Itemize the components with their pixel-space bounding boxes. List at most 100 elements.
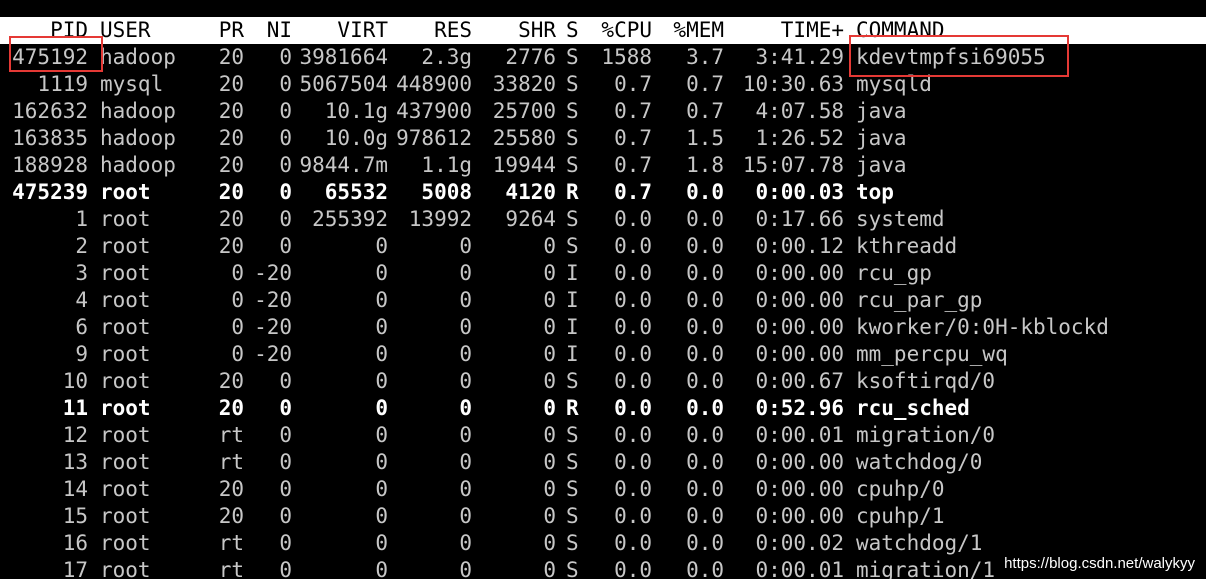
table-row[interactable]: 13 root rt 0 0 0 0 S 0.0 0.0 0:00.00 watchdog/0	[0, 449, 1206, 476]
process-cpu: 0.0	[614, 234, 652, 258]
process-shr: 0	[543, 504, 556, 528]
process-cpu: 0.0	[614, 477, 652, 501]
header-cpu: %CPU	[601, 18, 652, 42]
process-priority: 20	[218, 207, 244, 231]
process-mem: 3.7	[686, 45, 724, 69]
process-nice: 0	[279, 234, 292, 258]
table-row[interactable]: 12 root rt 0 0 0 0 S 0.0 0.0 0:00.01 migration/0	[0, 422, 1206, 449]
process-mem: 0.0	[686, 477, 724, 501]
process-state: S	[566, 126, 579, 150]
process-command: ksoftirqd/0	[856, 369, 996, 393]
process-state: S	[566, 558, 579, 579]
process-priority: 0	[231, 288, 244, 312]
process-command: watchdog/0	[856, 450, 983, 474]
table-row[interactable]: 10 root 20 0 0 0 0 S 0.0 0.0 0:00.67 ksoftirqd/0	[0, 368, 1206, 395]
process-priority: 20	[218, 369, 244, 393]
process-command: java	[856, 99, 907, 123]
table-row[interactable]: 163835 hadoop 20 0 10.0g 978612 25580 S 0.7 1.5 1:…	[0, 125, 1206, 152]
process-res: 448900	[396, 72, 472, 96]
process-nice: 0	[279, 45, 292, 69]
table-row[interactable]: 11 root 20 0 0 0 0 R 0.0 0.0 0:52.96 rcu_sched	[0, 395, 1206, 422]
table-row[interactable]: 15 root 20 0 0 0 0 S 0.0 0.0 0:00.00 cpuhp/1	[0, 503, 1206, 530]
table-row[interactable]: 188928 hadoop 20 0 9844.7m 1.1g 19944 S 0.7 1.8 15…	[0, 152, 1206, 179]
process-pid: 12	[62, 423, 88, 447]
process-command: mysqld	[856, 72, 932, 96]
process-res: 0	[459, 450, 472, 474]
process-nice: 0	[279, 99, 292, 123]
header-res: RES	[434, 18, 472, 42]
process-table-header: PID USER PR NI VIRT RES SHR S %CPU %MEM …	[0, 17, 1206, 44]
process-cpu: 0.0	[614, 531, 652, 555]
table-row[interactable]: 162632 hadoop 20 0 10.1g 437900 25700 S 0.7 0.7 4:…	[0, 98, 1206, 125]
process-virt: 255392	[312, 207, 388, 231]
process-pid: 162632	[12, 99, 88, 123]
process-pid: 3	[75, 261, 88, 285]
process-command: java	[856, 153, 907, 177]
process-command: cpuhp/0	[856, 477, 945, 501]
table-row[interactable]: 14 root 20 0 0 0 0 S 0.0 0.0 0:00.00 cpuhp/0	[0, 476, 1206, 503]
process-user: hadoop	[100, 126, 176, 150]
process-priority: 20	[218, 45, 244, 69]
process-state: I	[566, 288, 579, 312]
process-state: R	[566, 396, 579, 420]
process-priority: 20	[218, 477, 244, 501]
process-state: I	[566, 342, 579, 366]
process-state: S	[566, 207, 579, 231]
process-cpu: 0.0	[614, 342, 652, 366]
process-cpu: 0.0	[614, 207, 652, 231]
process-time: 0:00.00	[755, 504, 844, 528]
table-row[interactable]: 3 root 0 -20 0 0 0 I 0.0 0.0 0:00.00 rcu_gp	[0, 260, 1206, 287]
process-nice: 0	[279, 207, 292, 231]
process-user: root	[100, 396, 151, 420]
process-pid: 10	[62, 369, 88, 393]
process-command: mm_percpu_wq	[856, 342, 1008, 366]
process-cpu: 0.7	[614, 72, 652, 96]
process-shr: 0	[543, 423, 556, 447]
process-pid: 16	[62, 531, 88, 555]
table-row[interactable]: 475239 root 20 0 65532 5008 4120 R 0.7 0.0 0:00.03…	[0, 179, 1206, 206]
process-state: S	[566, 531, 579, 555]
process-user: root	[100, 288, 151, 312]
process-user: root	[100, 477, 151, 501]
process-pid: 475192	[12, 45, 88, 69]
process-res: 0	[459, 504, 472, 528]
header-virt: VIRT	[337, 18, 388, 42]
process-shr: 0	[543, 369, 556, 393]
process-shr: 25580	[492, 126, 556, 150]
process-mem: 0.0	[686, 315, 724, 339]
process-time: 10:30.63	[742, 72, 844, 96]
process-cpu: 0.0	[614, 558, 652, 579]
process-nice: -20	[254, 288, 292, 312]
process-time: 1:26.52	[755, 126, 844, 150]
table-row[interactable]: 475192 hadoop 20 0 3981664 2.3g 2776 S 1588 3.7 3:…	[0, 44, 1206, 71]
process-command: cpuhp/1	[856, 504, 945, 528]
process-res: 0	[459, 234, 472, 258]
table-row[interactable]: 16 root rt 0 0 0 0 S 0.0 0.0 0:00.02 watchdog/1	[0, 530, 1206, 557]
header-shr: SHR	[518, 18, 556, 42]
process-time: 0:00.00	[755, 450, 844, 474]
table-row[interactable]: 6 root 0 -20 0 0 0 I 0.0 0.0 0:00.00 kworker/0:0H-k…	[0, 314, 1206, 341]
process-user: root	[100, 423, 151, 447]
table-row[interactable]: 1119 mysql 20 0 5067504 448900 33820 S 0.7 0.7 10:…	[0, 71, 1206, 98]
process-command: systemd	[856, 207, 945, 231]
process-pid: 15	[62, 504, 88, 528]
process-mem: 1.5	[686, 126, 724, 150]
process-shr: 4120	[505, 180, 556, 204]
process-nice: 0	[279, 558, 292, 579]
process-mem: 0.7	[686, 99, 724, 123]
process-command: kthreadd	[856, 234, 958, 258]
process-pid: 4	[75, 288, 88, 312]
terminal-top-strip	[0, 0, 1206, 17]
process-virt: 0	[375, 450, 388, 474]
process-pid: 2	[75, 234, 88, 258]
process-nice: 0	[279, 531, 292, 555]
table-row[interactable]: 9 root 0 -20 0 0 0 I 0.0 0.0 0:00.00 mm_percpu_wq	[0, 341, 1206, 368]
table-row[interactable]: 2 root 20 0 0 0 0 S 0.0 0.0 0:00.12 kthreadd	[0, 233, 1206, 260]
process-virt: 5067504	[299, 72, 388, 96]
process-state: S	[566, 477, 579, 501]
table-row[interactable]: 4 root 0 -20 0 0 0 I 0.0 0.0 0:00.00 rcu_par_gp	[0, 287, 1206, 314]
table-row[interactable]: 1 root 20 0 255392 13992 9264 S 0.0 0.0 0:17.66 sys…	[0, 206, 1206, 233]
process-state: S	[566, 99, 579, 123]
process-virt: 3981664	[299, 45, 388, 69]
header-pid: PID	[50, 18, 88, 42]
